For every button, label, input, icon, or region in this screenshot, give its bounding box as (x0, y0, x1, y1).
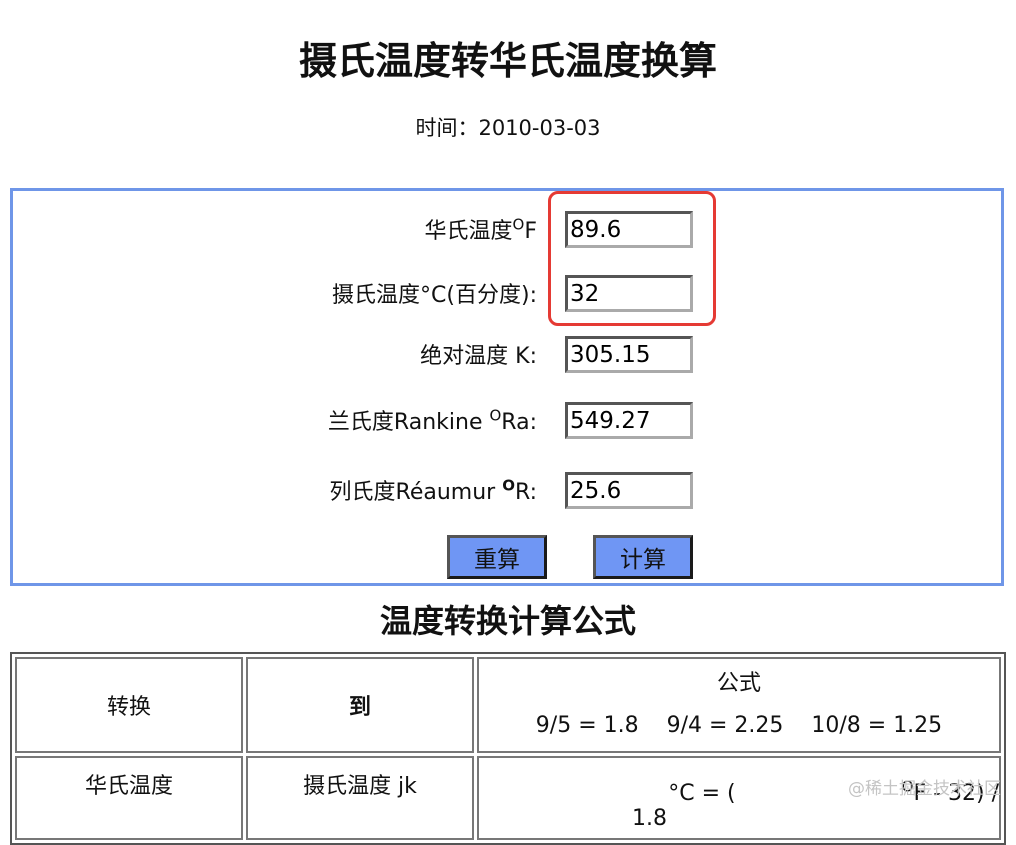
rankine-label: 兰氏度Rankine ORa: (327, 406, 537, 435)
formula-table-header: 转换 到 公式 9/5 = 1.8 9/4 = 2.25 10/8 = 1.25 (15, 657, 1001, 753)
header-formula: 公式 9/5 = 1.8 9/4 = 2.25 10/8 = 1.25 (477, 657, 1001, 753)
calculate-button[interactable]: 计算 (593, 535, 693, 579)
header-formula-values: 9/5 = 1.8 9/4 = 2.25 10/8 = 1.25 (535, 713, 943, 738)
kelvin-input[interactable] (565, 336, 693, 373)
rankine-input[interactable] (565, 402, 693, 439)
page-title: 摄氏温度转华氏温度换算 (298, 39, 717, 83)
row-to: 摄氏温度 jk (246, 756, 474, 840)
celsius-label: 摄氏温度°C(百分度): (332, 283, 537, 308)
celsius-row: 摄氏温度°C(百分度): (13, 275, 1007, 315)
rankine-row: 兰氏度Rankine ORa: (13, 402, 1007, 442)
kelvin-label: 绝对温度 K: (420, 344, 537, 369)
page-date: 时间：2010-03-03 (415, 116, 601, 140)
highlight-annotation (548, 191, 716, 326)
kelvin-row: 绝对温度 K: (13, 336, 1007, 376)
reaumur-row: 列氏度Réaumur OR: (13, 472, 1007, 512)
header-convert: 转换 (15, 657, 243, 753)
fahrenheit-label: 华氏温度OF (424, 215, 537, 244)
formula-table: 转换 到 公式 9/5 = 1.8 9/4 = 2.25 10/8 = 1.25… (10, 652, 1006, 845)
row-from: 华氏温度 (15, 756, 243, 840)
header-to: 到 (246, 657, 474, 753)
formula-section-title: 温度转换计算公式 (379, 602, 636, 640)
fahrenheit-row: 华氏温度OF (13, 211, 1007, 251)
calculator-panel: 华氏温度OF 摄氏温度°C(百分度): 绝对温度 K: 兰氏度Rankine O… (10, 188, 1004, 586)
reaumur-label: 列氏度Réaumur OR: (329, 476, 537, 505)
header-formula-title: 公式 (716, 671, 761, 696)
watermark: @稀土掘金技术社区 (848, 779, 1001, 799)
reaumur-input[interactable] (565, 472, 693, 509)
reset-button[interactable]: 重算 (447, 535, 547, 579)
